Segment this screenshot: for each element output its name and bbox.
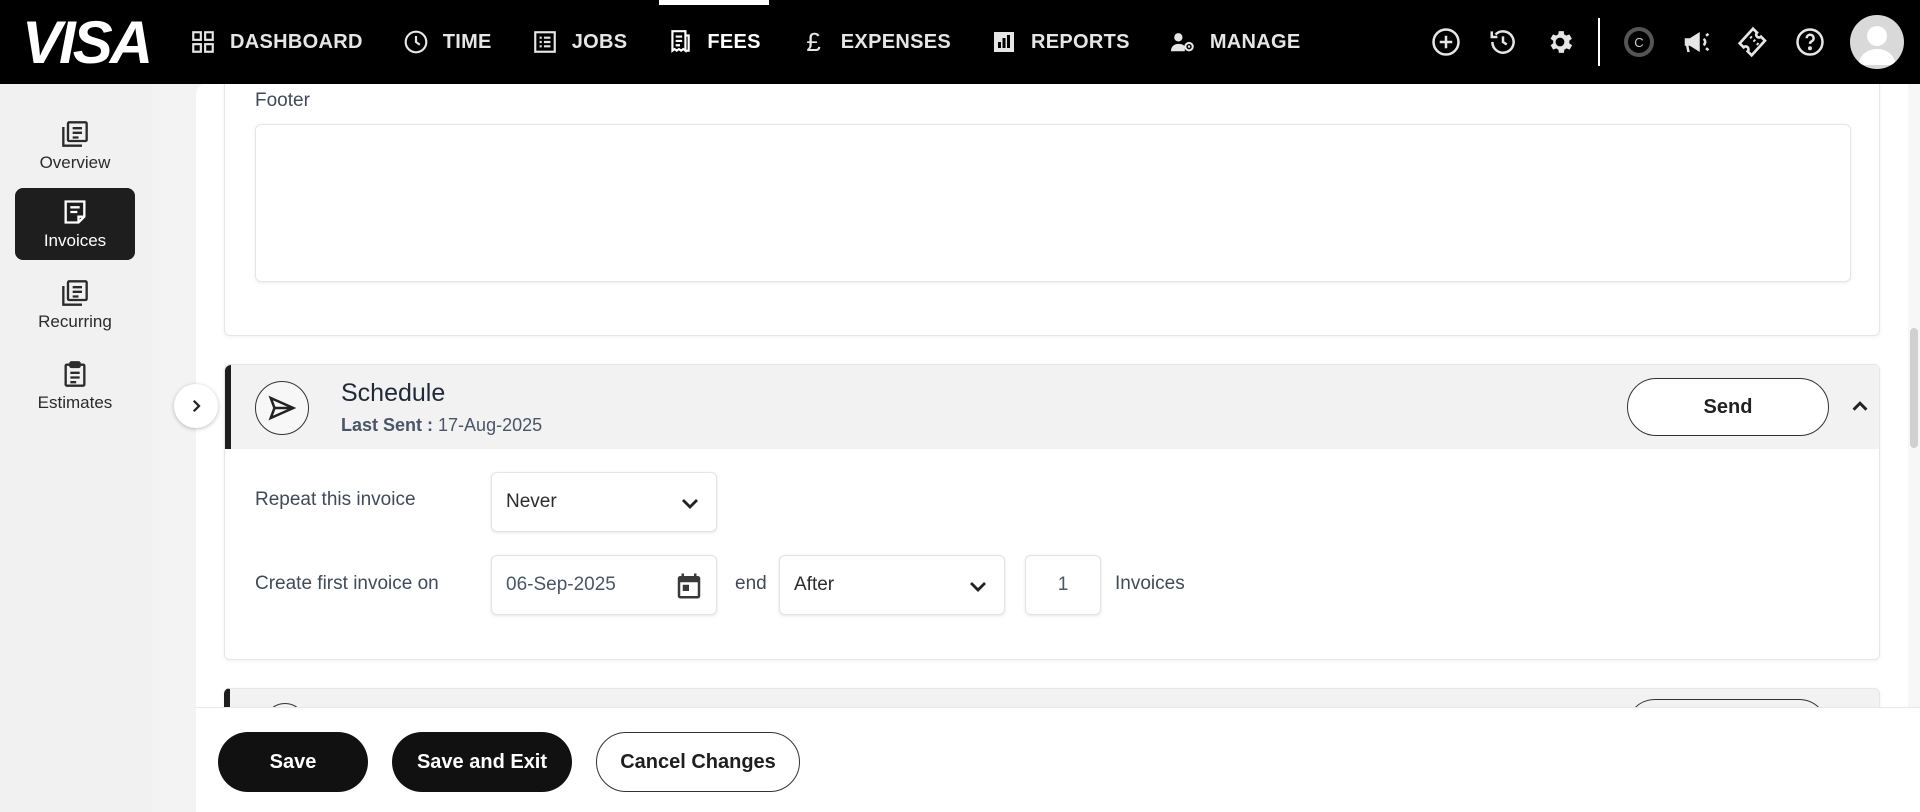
nav-item-reports[interactable]: REPORTS — [971, 0, 1150, 84]
next-section-header[interactable] — [224, 688, 1880, 707]
cancel-changes-button[interactable]: Cancel Changes — [596, 732, 800, 792]
overview-icon — [60, 119, 90, 149]
nav-item-manage[interactable]: MANAGE — [1150, 0, 1321, 84]
section-action-button[interactable] — [1626, 699, 1828, 707]
sidebar-item-estimates[interactable]: Estimates — [15, 350, 135, 422]
settings-icon[interactable] — [1531, 0, 1588, 84]
nav-item-label: TIME — [442, 30, 492, 53]
clipboard-icon — [60, 359, 90, 389]
last-sent-label: Last Sent : — [341, 415, 434, 435]
sidebar-gutter — [152, 84, 196, 812]
end-condition-select[interactable]: After — [779, 555, 1005, 615]
footer-textarea[interactable] — [255, 124, 1851, 282]
nav-item-expenses[interactable]: £ EXPENSES — [781, 0, 971, 84]
bar-chart-icon — [991, 29, 1017, 55]
nav-item-label: REPORTS — [1031, 30, 1130, 53]
svg-text:C: C — [1634, 35, 1643, 50]
calendar-icon[interactable] — [674, 571, 704, 601]
history-icon[interactable] — [1474, 0, 1531, 84]
chevron-right-icon — [192, 399, 201, 413]
nav-item-dashboard[interactable]: DASHBOARD — [170, 0, 383, 84]
main-nav: DASHBOARD TIME JOBS FEES £ EXPENSES REPO… — [170, 0, 1321, 84]
list-icon — [532, 29, 558, 55]
scrollbar-thumb[interactable] — [1910, 328, 1918, 448]
footer-section: Footer — [224, 84, 1880, 336]
nav-item-label: FEES — [707, 30, 761, 53]
megaphone-icon[interactable] — [1667, 0, 1724, 84]
pound-icon: £ — [806, 26, 822, 57]
nav-item-jobs[interactable]: JOBS — [512, 0, 648, 84]
clock-icon — [403, 29, 429, 55]
repeat-invoice-label: Repeat this invoice — [255, 489, 416, 510]
repeat-invoice-value: Never — [506, 491, 557, 512]
first-invoice-date-value: 06-Sep-2025 — [506, 574, 616, 595]
save-button[interactable]: Save — [218, 732, 368, 792]
action-bar: Save Save and Exit Cancel Changes — [196, 707, 1920, 812]
nav-item-fees[interactable]: FEES — [647, 0, 780, 84]
expand-sidebar-button[interactable] — [174, 384, 218, 428]
first-invoice-date-input[interactable]: 06-Sep-2025 — [491, 555, 717, 615]
chevron-down-icon — [970, 582, 986, 592]
nav-item-time[interactable]: TIME — [383, 0, 512, 84]
repeat-invoice-select[interactable]: Never — [491, 472, 717, 532]
end-label: end — [735, 573, 767, 594]
recurring-icon — [60, 278, 90, 308]
avatar[interactable] — [1850, 15, 1904, 69]
create-first-invoice-label: Create first invoice on — [255, 573, 439, 594]
help-icon[interactable] — [1781, 0, 1838, 84]
sidebar-item-label: Estimates — [37, 393, 113, 412]
user-gear-icon — [1170, 29, 1196, 55]
sidebar-item-label: Overview — [39, 153, 111, 172]
chevron-down-icon — [682, 499, 698, 509]
footer-label: Footer — [255, 90, 310, 111]
visa-logo[interactable]: VISA — [22, 13, 153, 73]
sidebar-item-label: Recurring — [38, 312, 112, 331]
schedule-header[interactable]: Schedule Last Sent : 17-Aug-2025 Send — [225, 365, 1879, 449]
sidebar: Overview Invoices Recurring Estimates — [0, 84, 152, 812]
sidebar-item-recurring[interactable]: Recurring — [15, 269, 135, 341]
last-sent-value: 17-Aug-2025 — [438, 415, 543, 435]
end-condition-value: After — [794, 574, 835, 595]
nav-item-label: JOBS — [571, 30, 628, 53]
invoice-count-input[interactable]: 1 — [1025, 555, 1101, 615]
invoice-icon — [60, 197, 90, 227]
dashboard-icon — [190, 29, 216, 55]
sidebar-item-overview[interactable]: Overview — [15, 110, 135, 182]
sidebar-item-invoices[interactable]: Invoices — [15, 188, 135, 260]
top-navigation-bar: VISA DASHBOARD TIME JOBS FEES £ EXPENSES… — [0, 0, 1920, 84]
page-scrollbar[interactable] — [1908, 84, 1920, 707]
receipt-icon — [667, 29, 693, 55]
last-sent-info: Last Sent : 17-Aug-2025 — [341, 415, 542, 436]
nav-item-label: MANAGE — [1209, 30, 1301, 53]
header-actions: C — [1417, 0, 1920, 84]
send-button[interactable]: Send — [1627, 378, 1829, 436]
nav-item-label: DASHBOARD — [230, 30, 363, 53]
main-content: Footer Schedule Last Sent : 17-Aug-2025 … — [196, 84, 1908, 707]
invoice-count-unit: Invoices — [1115, 573, 1185, 594]
header-divider — [1598, 18, 1600, 66]
schedule-section: Schedule Last Sent : 17-Aug-2025 Send Re… — [224, 364, 1880, 660]
save-and-exit-button[interactable]: Save and Exit — [392, 732, 572, 792]
nav-item-label: EXPENSES — [840, 30, 952, 53]
send-icon — [255, 381, 309, 435]
copyright-icon[interactable]: C — [1610, 0, 1667, 84]
sidebar-item-label: Invoices — [43, 231, 107, 250]
add-circle-icon[interactable] — [1417, 0, 1474, 84]
ticket-icon[interactable] — [1724, 0, 1781, 84]
schedule-title: Schedule — [341, 379, 446, 407]
chevron-up-icon[interactable] — [1843, 389, 1877, 423]
